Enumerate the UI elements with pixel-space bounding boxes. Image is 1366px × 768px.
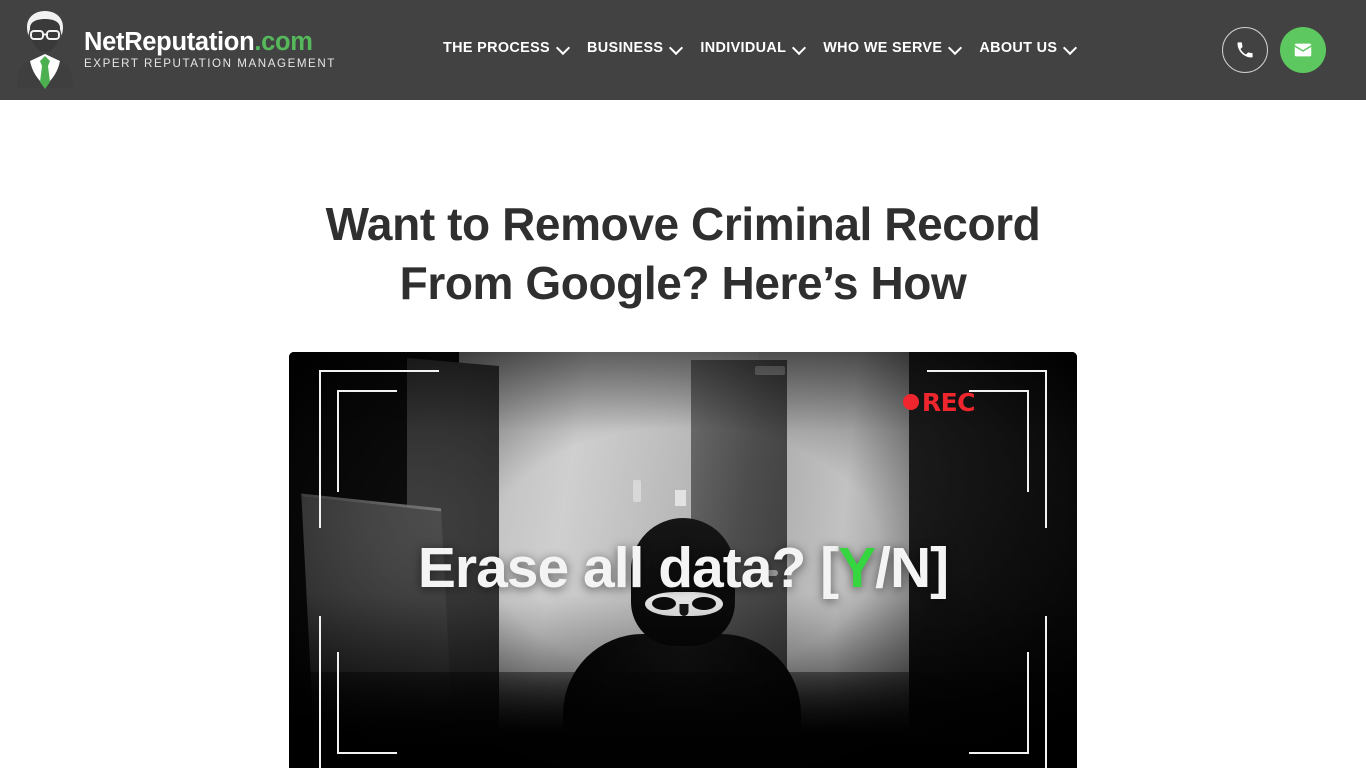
email-button[interactable] xyxy=(1280,27,1326,73)
featured-image-wrapper: REC Erase all data? [Y/N] xyxy=(289,351,1077,768)
nav-item-about-us[interactable]: ABOUT US xyxy=(979,38,1086,58)
nav-item-business[interactable]: BUSINESS xyxy=(587,38,692,58)
nav-label: ABOUT US xyxy=(979,40,1058,56)
logo-tagline: EXPERT REPUTATION MANAGEMENT xyxy=(84,57,336,71)
overlay-prompt: Erase all data? [Y/N] xyxy=(289,539,1077,597)
overlay-prompt-after: /N] xyxy=(875,535,949,600)
envelope-icon xyxy=(1294,43,1312,57)
nav-label: THE PROCESS xyxy=(443,40,551,56)
logo-title: NetReputation.com xyxy=(84,27,313,56)
overlay-prompt-before: Erase all data? [ xyxy=(417,535,839,600)
rec-indicator: REC xyxy=(902,387,976,417)
header-contact-actions xyxy=(1222,27,1326,73)
phone-icon xyxy=(1237,42,1253,58)
logo-wordmark: NetReputation.com EXPERT REPUTATION MANA… xyxy=(84,27,336,72)
site-logo[interactable]: NetReputation.com EXPERT REPUTATION MANA… xyxy=(14,4,336,96)
chevron-down-icon xyxy=(670,41,682,53)
nav-label: BUSINESS xyxy=(587,40,664,56)
nav-label: WHO WE SERVE xyxy=(823,40,943,56)
chevron-down-icon xyxy=(949,41,961,53)
chevron-down-icon xyxy=(1064,41,1076,53)
nav-item-the-process[interactable]: THE PROCESS xyxy=(443,38,579,58)
viewfinder-bracket-top-right-inner xyxy=(969,389,1029,492)
viewfinder-bracket-top-left-inner xyxy=(337,389,397,492)
chevron-down-icon xyxy=(793,41,805,53)
rec-label: REC xyxy=(921,387,976,417)
chevron-down-icon xyxy=(557,41,569,53)
page-title: Want to Remove Criminal Record From Goog… xyxy=(325,198,1041,309)
nav-item-individual[interactable]: INDIVIDUAL xyxy=(700,38,815,58)
page-main: Want to Remove Criminal Record From Goog… xyxy=(0,100,1366,768)
overlay-prompt-yes: Y xyxy=(838,535,876,600)
record-dot-icon xyxy=(902,394,919,411)
nav-item-who-we-serve[interactable]: WHO WE SERVE xyxy=(823,38,971,58)
featured-image[interactable]: REC Erase all data? [Y/N] xyxy=(289,351,1077,768)
viewfinder-bracket-bottom-right-inner xyxy=(969,651,1029,754)
viewfinder-bracket-bottom-left-inner xyxy=(337,651,397,754)
nav-label: INDIVIDUAL xyxy=(700,40,787,56)
primary-navigation: THE PROCESS BUSINESS INDIVIDUAL WHO WE S… xyxy=(443,38,1086,58)
netreputation-mascot-icon xyxy=(17,11,73,89)
site-header: NetReputation.com EXPERT REPUTATION MANA… xyxy=(0,0,1366,100)
phone-button[interactable] xyxy=(1222,27,1268,73)
